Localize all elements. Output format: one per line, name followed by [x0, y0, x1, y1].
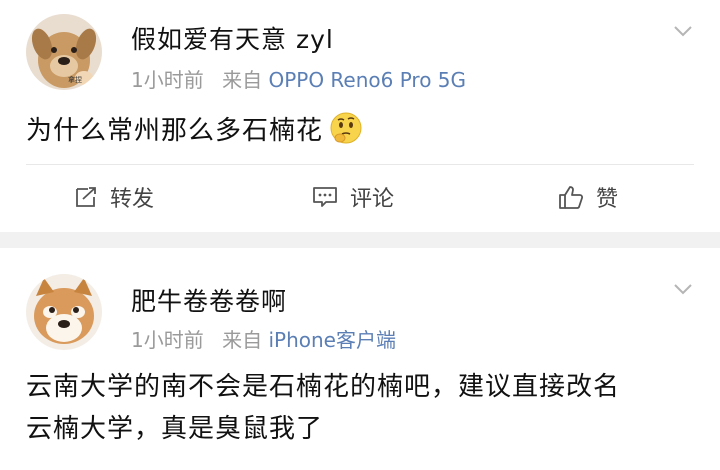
shiba-avatar-icon — [26, 274, 102, 350]
post-time: 1小时前 — [131, 328, 204, 352]
comment-icon — [313, 187, 337, 207]
post-text-line: 云南大学的南不会是石楠花的楠吧，建议直接改名 — [26, 372, 621, 402]
post-meta: 1小时前 来自 OPPO Reno6 Pro 5G — [131, 64, 466, 93]
post-content: 为什么常州那么多石楠花 — [26, 110, 363, 158]
chevron-down-icon[interactable] — [672, 20, 694, 42]
avatar[interactable]: 拿捏 — [26, 14, 102, 90]
thinking-face-emoji-icon — [329, 111, 363, 158]
svg-text:拿捏: 拿捏 — [68, 75, 82, 84]
thumbs-up-icon — [559, 186, 584, 209]
post-text: 为什么常州那么多石楠花 — [26, 116, 324, 146]
dog-avatar-icon: 拿捏 — [26, 14, 102, 90]
like-button[interactable]: 赞 — [558, 181, 618, 213]
action-bar: 转发 评论 赞 — [0, 165, 720, 232]
comment-button[interactable]: 评论 — [312, 181, 394, 213]
source-prefix: 来自 — [222, 328, 263, 352]
comment-label: 评论 — [350, 187, 395, 212]
avatar[interactable] — [26, 274, 102, 350]
username[interactable]: 假如爱有天意 zyl — [131, 20, 334, 56]
username[interactable]: 肥牛卷卷卷啊 — [131, 282, 287, 318]
post-content: 云南大学的南不会是石楠花的楠吧，建议直接改名 云楠大学，真是臭鼠我了 — [26, 366, 706, 450]
like-label: 赞 — [596, 187, 619, 212]
repost-button[interactable]: 转发 — [74, 181, 154, 213]
feed-separator — [0, 232, 720, 248]
repost-icon — [76, 187, 96, 207]
source-prefix: 来自 — [222, 68, 263, 92]
post-meta: 1小时前 来自 iPhone客户端 — [131, 324, 396, 353]
weibo-post: 拿捏 假如爱有天意 zyl 1小时前 来自 OPPO Reno6 Pro 5G … — [0, 0, 720, 232]
repost-label: 转发 — [110, 187, 155, 212]
device-link[interactable]: OPPO Reno6 Pro 5G — [268, 68, 466, 92]
post-text-line: 云楠大学，真是臭鼠我了 — [26, 414, 324, 444]
device-link[interactable]: iPhone客户端 — [268, 328, 396, 352]
weibo-post: 肥牛卷卷卷啊 1小时前 来自 iPhone客户端 云南大学的南不会是石楠花的楠吧… — [0, 248, 720, 470]
post-time: 1小时前 — [131, 68, 204, 92]
chevron-down-icon[interactable] — [672, 278, 694, 300]
